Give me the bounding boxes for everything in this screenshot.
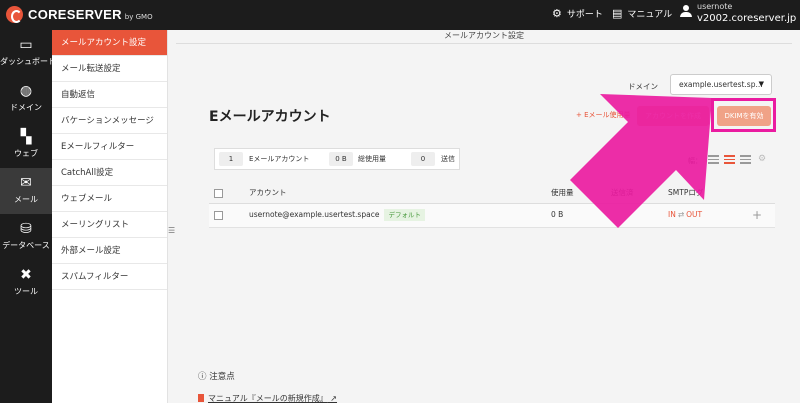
submenu-item-webmail[interactable]: ウェブメール	[52, 186, 167, 212]
dkim-highlight-frame	[711, 98, 776, 132]
column-header-sent[interactable]: 送信済	[611, 182, 634, 204]
top-bar: CORESERVER by GMO ⚙ サポート ▤ マニュアル usernot…	[0, 0, 800, 30]
submenu-item-email-filter[interactable]: Eメールフィルター	[52, 134, 167, 160]
server-name[interactable]: v2002.coreserver.jp	[697, 13, 796, 24]
logo-text: CORESERVER	[28, 7, 122, 22]
manual-create-mail-link[interactable]: マニュアル『メールの新規作成』 ↗	[198, 393, 337, 403]
nav-item-web[interactable]: ▚ ウェブ	[0, 122, 52, 168]
coreserver-logo-icon	[6, 6, 23, 23]
manual-link[interactable]: ▤ マニュアル	[612, 7, 672, 20]
tools-icon: ✖	[20, 267, 32, 283]
column-header-smtp-log[interactable]: SMTPログ	[668, 182, 703, 204]
submenu-item-forwarding[interactable]: メール転送設定	[52, 56, 167, 82]
usage-cell: 0 B	[551, 210, 564, 219]
usage-value: 0 B	[329, 152, 353, 166]
nav-item-mail[interactable]: ✉ メール	[0, 168, 52, 214]
nav-item-tools[interactable]: ✖ ツール	[0, 260, 52, 306]
support-link[interactable]: ⚙ サポート	[552, 7, 603, 20]
manual-label: マニュアル	[627, 10, 673, 20]
width-label: 幅：	[688, 157, 702, 165]
submenu-item-catchall[interactable]: CatchAll設定	[52, 160, 167, 186]
nav-label: ツール	[14, 287, 38, 296]
sent-count: 0	[411, 152, 435, 166]
column-header-usage[interactable]: 使用量	[551, 182, 574, 204]
create-account-button[interactable]: アカウントを作成	[637, 106, 709, 126]
gear-icon[interactable]: ⚙	[758, 154, 766, 164]
accounts-count: 1	[219, 152, 243, 166]
section-title: Eメールアカウント	[209, 109, 331, 125]
grid-plus-icon: ▚	[20, 129, 32, 145]
user-icon[interactable]	[680, 5, 692, 17]
submenu-item-autoreply[interactable]: 自動返信	[52, 82, 167, 108]
nav-label: ウェブ	[14, 149, 38, 158]
list-view-compact-icon[interactable]	[708, 155, 719, 164]
accounts-label: Eメールアカウント	[249, 155, 310, 163]
book-icon: ▤	[612, 7, 623, 20]
smtp-in-link[interactable]: IN	[668, 210, 676, 219]
nav-label: ダッシュボード	[0, 57, 56, 66]
notice-link-text[interactable]: マニュアル『メールの新規作成』	[208, 394, 328, 403]
logo-by-text: by GMO	[124, 12, 153, 21]
main-content: メールアカウント設定 ドメイン example.usertest.sp... ▼…	[176, 30, 792, 403]
collapse-menu-icon[interactable]: ☰	[168, 226, 175, 235]
list-view-medium-icon[interactable]	[724, 155, 735, 164]
domain-select[interactable]: example.usertest.sp... ▼	[670, 74, 772, 95]
logo[interactable]: CORESERVER by GMO	[6, 6, 153, 23]
submenu-item-account-settings[interactable]: メールアカウント設定	[52, 30, 167, 56]
nav-item-domain[interactable]: ◍ ドメイン	[0, 76, 52, 122]
monitor-icon: ▭	[19, 37, 33, 53]
account-summary: 1 Eメールアカウント 0 B 総使用量 0 送信	[214, 148, 460, 170]
notice-title-text: 注意点	[209, 372, 235, 382]
plus-icon[interactable]: +	[752, 204, 762, 226]
manual-book-icon	[198, 394, 204, 402]
icon-nav: ▭ ダッシュボード ◍ ドメイン ▚ ウェブ ✉ メール ⛁ データベース ✖ …	[0, 30, 56, 403]
sent-label: 送信	[441, 155, 455, 163]
email-usage-link[interactable]: + Eメール使用量	[576, 110, 631, 120]
nav-item-database[interactable]: ⛁ データベース	[0, 214, 52, 260]
support-icon: ⚙	[552, 7, 562, 20]
envelope-icon: ✉	[20, 175, 32, 191]
column-header-account[interactable]: アカウント	[249, 182, 287, 204]
usage-label: 総使用量	[358, 155, 386, 163]
list-view-wide-icon[interactable]	[740, 155, 751, 164]
row-checkbox[interactable]	[214, 211, 223, 220]
select-all-checkbox[interactable]	[214, 189, 223, 198]
notice-title: ⓘ 注意点	[198, 370, 235, 382]
submenu-item-external-mail[interactable]: 外部メール設定	[52, 238, 167, 264]
external-link-icon: ↗	[327, 394, 338, 403]
smtp-log-cell[interactable]: IN ⇄ OUT	[668, 204, 702, 226]
smtp-out-link[interactable]: OUT	[686, 210, 702, 219]
nav-item-dashboard[interactable]: ▭ ダッシュボード	[0, 30, 56, 76]
table-header: アカウント 使用量 送信済 SMTPログ	[209, 182, 775, 204]
info-circle-icon: ⓘ	[198, 372, 207, 382]
mail-submenu: メールアカウント設定 メール転送設定 自動返信 バケーションメッセージ Eメール…	[52, 30, 168, 403]
account-address[interactable]: usernote@example.usertest.space	[249, 210, 379, 219]
database-icon: ⛁	[20, 221, 32, 237]
nav-label: データベース	[2, 241, 50, 250]
table-row[interactable]: usernote@example.usertest.space デフォルト 0 B…	[209, 204, 775, 228]
default-badge: デフォルト	[384, 209, 425, 221]
accounts-table: アカウント 使用量 送信済 SMTPログ usernote@example.us…	[209, 182, 775, 228]
nav-label: ドメイン	[10, 103, 42, 112]
chevron-down-icon: ▼	[758, 80, 764, 88]
support-label: サポート	[566, 10, 603, 20]
submenu-item-vacation[interactable]: バケーションメッセージ	[52, 108, 167, 134]
globe-icon: ◍	[19, 83, 33, 99]
swap-arrows-icon: ⇄	[677, 210, 685, 219]
submenu-item-spam-filter[interactable]: スパムフィルター	[52, 264, 167, 290]
domain-select-value: example.usertest.sp...	[679, 80, 763, 89]
submenu-item-mailing-list[interactable]: メーリングリスト	[52, 212, 167, 238]
domain-label: ドメイン	[628, 82, 658, 91]
user-name[interactable]: usernote	[697, 2, 732, 11]
page-title: メールアカウント設定	[176, 30, 792, 44]
nav-label: メール	[14, 195, 38, 204]
account-cell: usernote@example.usertest.space デフォルト	[249, 204, 425, 226]
